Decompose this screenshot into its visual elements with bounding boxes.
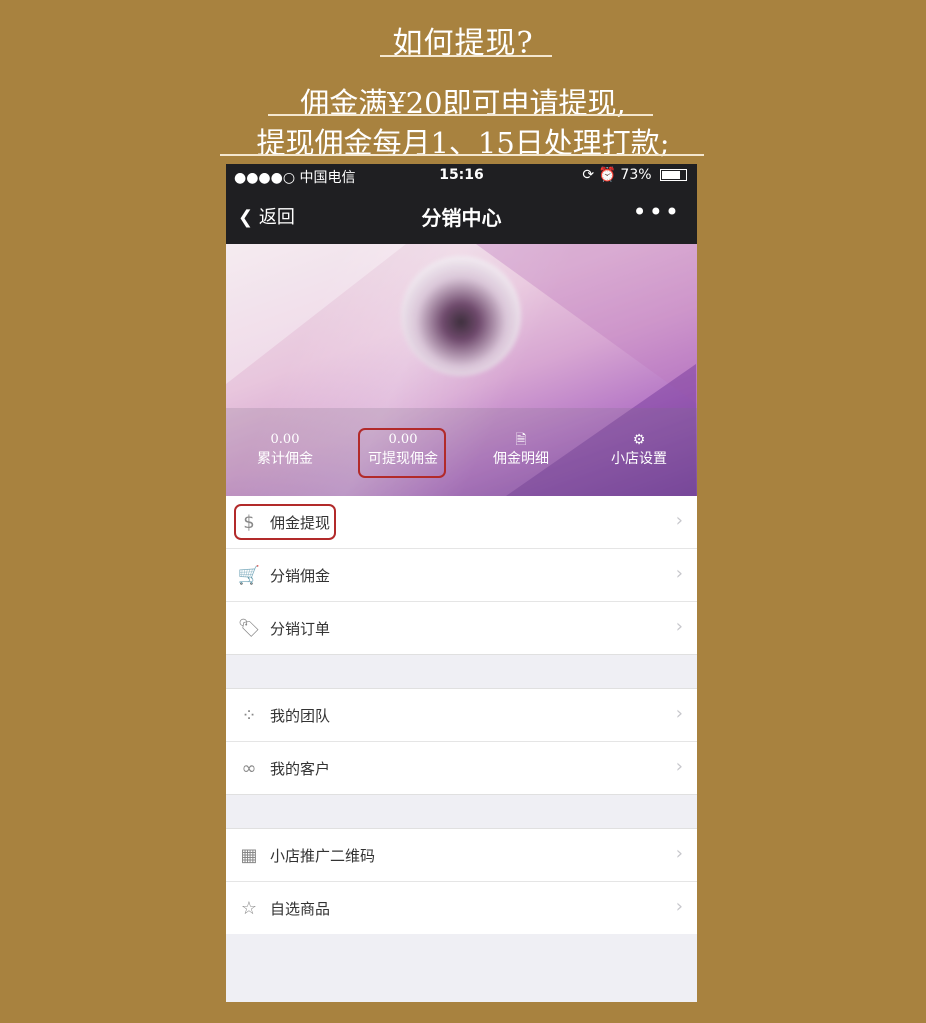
menu-item-withdraw[interactable]: $ 佣金提现 ›: [226, 496, 697, 549]
menu-group-commission: $ 佣金提现 › 🛒 分销佣金 › 🏷 分销订单 ›: [226, 496, 697, 654]
menu-group-people: ⁘ 我的团队 › ∞ 我的客户 ›: [226, 689, 697, 794]
cart-icon: 🛒: [237, 564, 261, 586]
menu-item-label: 分销订单: [270, 619, 331, 638]
menu-item-label: 我的客户: [270, 759, 331, 778]
line1-underline: [268, 114, 653, 116]
alarm-icon: ⏰: [598, 167, 616, 183]
chevron-right-icon: ›: [675, 563, 683, 584]
more-button[interactable]: •••: [633, 198, 681, 226]
chevron-right-icon: ›: [675, 616, 683, 637]
avatar[interactable]: [401, 256, 521, 376]
chevron-right-icon: ›: [675, 510, 683, 531]
star-icon: ☆: [240, 897, 258, 919]
battery-percent: 73%: [620, 167, 652, 183]
tag-icon: 🏷: [237, 617, 261, 639]
title-underline: [380, 55, 552, 57]
gear-icon: ⚙: [632, 432, 646, 448]
stat-value: 0.00: [270, 432, 300, 447]
menu-item-qr-code[interactable]: ▦ 小店推广二维码 ›: [226, 829, 697, 882]
menu-item-my-team[interactable]: ⁘ 我的团队 ›: [226, 689, 697, 742]
menu-item-distribution-commission[interactable]: 🛒 分销佣金 ›: [226, 549, 697, 602]
document-icon: 🗎: [515, 432, 527, 448]
phone-screen: ●●●●○ 中国电信 15:16 ⟳ ⏰ 73% ❮ 返回 分销中心 ••• 0…: [226, 164, 697, 1002]
page-title: 分销中心: [421, 206, 502, 230]
menu-item-label: 自选商品: [270, 899, 331, 918]
lock-rotation-icon: ⟳: [582, 167, 595, 183]
highlight-box: [234, 504, 336, 540]
chevron-right-icon: ›: [675, 843, 683, 864]
stat-label: 小店设置: [611, 451, 667, 467]
menu-item-distribution-orders[interactable]: 🏷 分销订单 ›: [226, 602, 697, 654]
battery-status: ⟳ ⏰ 73%: [582, 167, 687, 183]
profile-header: 0.00 累计佣金 0.00 可提现佣金 🗎 佣金明细 ⚙ 小店设置: [226, 244, 697, 496]
menu-group-shop: ▦ 小店推广二维码 › ☆ 自选商品 ›: [226, 829, 697, 934]
line2-underline: [220, 154, 704, 156]
navigation-bar: ❮ 返回 分销中心 •••: [226, 188, 697, 244]
menu-item-label: 小店推广二维码: [270, 846, 376, 865]
stat-label: 累计佣金: [257, 451, 313, 467]
menu-item-label: 分销佣金: [270, 566, 331, 585]
stat-label: 佣金明细: [493, 451, 549, 467]
chevron-right-icon: ›: [675, 896, 683, 917]
highlight-box: [358, 428, 446, 478]
chevron-right-icon: ›: [675, 703, 683, 724]
stats-bar: 0.00 累计佣金 0.00 可提现佣金 🗎 佣金明细 ⚙ 小店设置: [226, 408, 697, 496]
section-divider: [226, 654, 697, 689]
dots-grid-icon: ⁘: [241, 704, 257, 726]
menu-item-label: 我的团队: [270, 706, 331, 725]
section-divider: [226, 794, 697, 829]
menu-item-my-customers[interactable]: ∞ 我的客户 ›: [226, 742, 697, 794]
stat-total-commission[interactable]: 0.00 累计佣金: [226, 432, 344, 470]
chevron-right-icon: ›: [675, 756, 683, 777]
stat-commission-detail[interactable]: 🗎 佣金明细: [462, 432, 580, 470]
menu-item-selected-products[interactable]: ☆ 自选商品 ›: [226, 882, 697, 934]
qr-grid-icon: ▦: [240, 844, 258, 866]
battery-icon: [660, 169, 687, 181]
status-bar: ●●●●○ 中国电信 15:16 ⟳ ⏰ 73%: [226, 164, 697, 188]
stat-shop-settings[interactable]: ⚙ 小店设置: [580, 432, 697, 470]
decor-triangle: [226, 244, 406, 384]
share-icon: ∞: [241, 757, 257, 779]
